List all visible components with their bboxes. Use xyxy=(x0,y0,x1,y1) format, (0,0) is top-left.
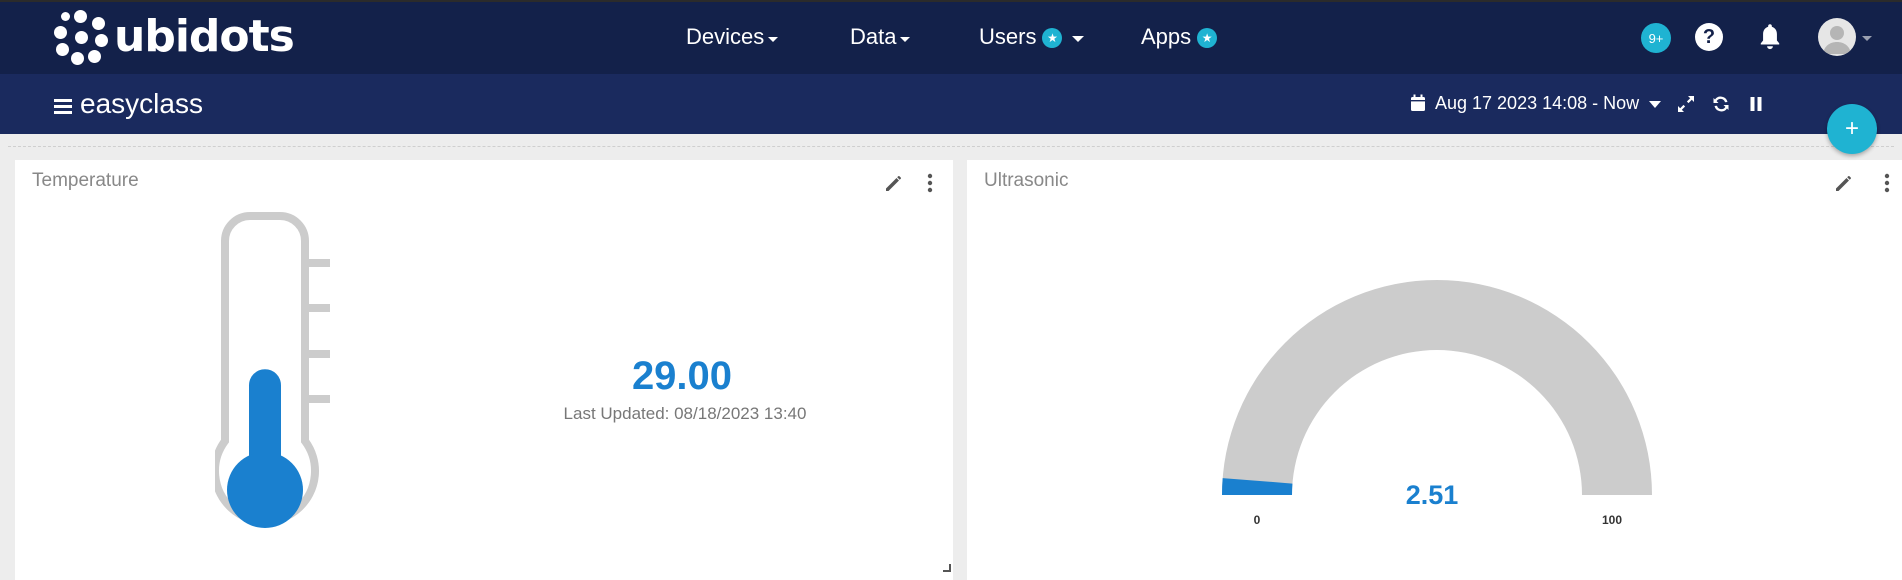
notifications-count-badge[interactable]: 9+ xyxy=(1641,23,1671,53)
ultrasonic-widget: Ultrasonic 2.51 0 100 xyxy=(967,160,1902,580)
nav-data-label: Data xyxy=(850,24,897,49)
more-vertical-icon[interactable] xyxy=(927,173,933,193)
nav-users-label: Users xyxy=(979,24,1037,49)
last-updated-text: Last Updated: 08/18/2023 13:40 xyxy=(563,404,807,423)
chevron-down-icon xyxy=(900,36,911,42)
star-badge-icon: ★ xyxy=(1197,28,1218,48)
nav-apps[interactable]: Apps ★ xyxy=(1141,0,1218,74)
date-range-label: Aug 17 2023 14:08 - Now xyxy=(1435,93,1640,113)
gauge-track xyxy=(1222,280,1652,495)
widget-title: Ultrasonic xyxy=(984,170,1069,191)
thermometer-graphic xyxy=(215,212,330,528)
add-widget-button[interactable]: + xyxy=(1827,104,1877,154)
date-range-selector[interactable]: Aug 17 2023 14:08 - Now xyxy=(1435,92,1662,114)
pause-icon[interactable] xyxy=(1746,94,1766,114)
chevron-down-icon xyxy=(1072,36,1085,42)
pencil-icon[interactable] xyxy=(883,172,905,194)
nav-users[interactable]: Users ★ xyxy=(979,0,1085,74)
nav-devices[interactable]: Devices xyxy=(686,0,779,74)
ubidots-logo[interactable]: ubidots xyxy=(54,10,295,65)
hamburger-menu-icon[interactable] xyxy=(54,99,72,114)
fullscreen-icon[interactable] xyxy=(1676,94,1696,114)
dashboard-grid-guide xyxy=(8,146,1894,147)
nav-data[interactable]: Data xyxy=(850,0,911,74)
refresh-icon[interactable] xyxy=(1711,94,1731,114)
gauge-value: 2.51 xyxy=(1405,480,1459,510)
calendar-icon[interactable] xyxy=(1410,94,1426,112)
help-icon[interactable]: ? xyxy=(1695,23,1723,51)
nav-devices-label: Devices xyxy=(686,24,765,49)
gauge-max-label: 100 xyxy=(1601,513,1623,527)
pencil-icon[interactable] xyxy=(1833,172,1855,194)
user-silhouette-icon xyxy=(1823,26,1851,54)
temperature-widget: Temperature 29.00 Last Updated: 08/18/20… xyxy=(15,160,953,580)
star-badge-icon: ★ xyxy=(1042,28,1063,48)
user-avatar[interactable] xyxy=(1818,18,1856,56)
logo-dots-icon xyxy=(54,10,108,65)
widget-title: Temperature xyxy=(32,170,139,191)
bell-icon[interactable] xyxy=(1756,22,1784,52)
chevron-down-icon[interactable] xyxy=(1862,36,1872,41)
gauge-min-label: 0 xyxy=(1253,513,1261,527)
more-vertical-icon[interactable] xyxy=(1884,173,1890,193)
nav-apps-label: Apps xyxy=(1141,24,1192,49)
brand-name: ubidots xyxy=(114,11,295,62)
temperature-value: 29.00 xyxy=(631,354,733,398)
resize-handle[interactable] xyxy=(943,564,951,572)
dashboard-title[interactable]: easyclass xyxy=(80,86,203,122)
caret-down-icon xyxy=(1649,100,1662,108)
thermometer-bulb xyxy=(227,452,303,528)
chevron-down-icon xyxy=(768,36,779,42)
